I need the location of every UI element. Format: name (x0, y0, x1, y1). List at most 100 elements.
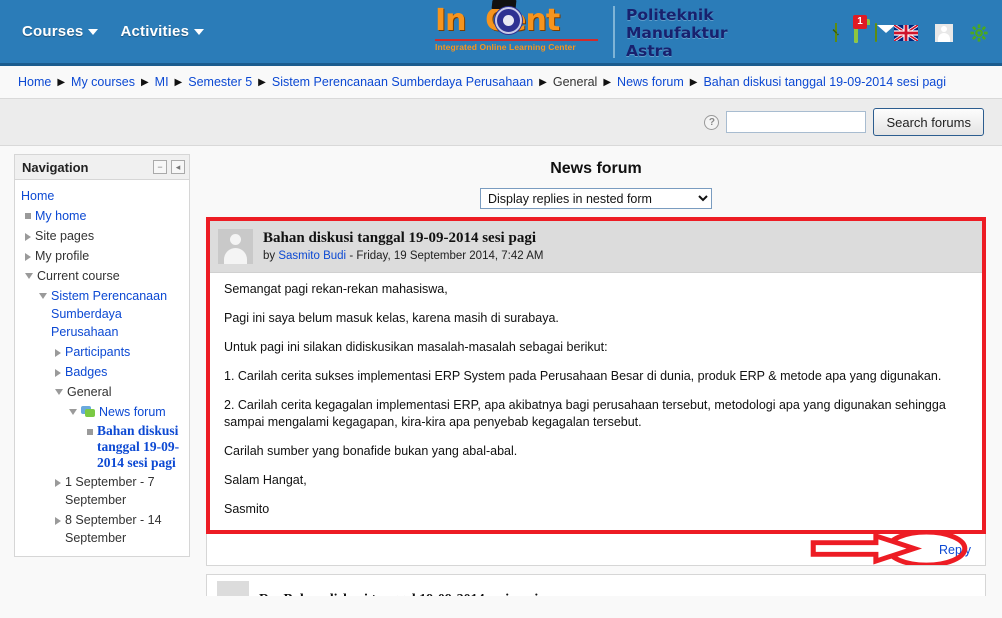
alert-diamond-icon[interactable] (835, 23, 837, 42)
breadcrumb-item-news-forum[interactable]: News forum (617, 75, 684, 89)
sidebar-item-home[interactable]: Home (21, 186, 185, 206)
main-content: News forum Display replies in nested for… (190, 146, 1002, 596)
forum-post-byline: by Sasmito Budi - Friday, 19 September 2… (263, 250, 543, 262)
breadcrumb-separator-icon: ▶ (57, 76, 66, 88)
display-mode-row: Display replies in nested form (206, 188, 986, 209)
sidebar-item-label: General (67, 385, 112, 399)
display-mode-select[interactable]: Display replies in nested form (480, 188, 712, 209)
sidebar-item-participants[interactable]: Participants (21, 342, 185, 362)
forum-post-body: Semangat pagi rekan-rekan mahasiswa, Pag… (210, 273, 982, 530)
forum-icon (81, 406, 95, 418)
bullet-square-icon (25, 213, 31, 219)
breadcrumb-item-mi[interactable]: MI (155, 75, 169, 89)
post-paragraph: 2. Carilah cerita kegagalan implementasi… (224, 398, 946, 429)
gear-icon[interactable] (970, 24, 988, 42)
breadcrumb-item-general: General (552, 75, 598, 89)
sidebar-item-week-1-7-september[interactable]: 1 September - 7 September (21, 472, 185, 510)
chevron-right-icon[interactable] (55, 349, 61, 357)
sidebar-item-label: Site pages (35, 229, 95, 243)
logo-divider-rule (435, 39, 598, 41)
sidebar-item-discussion-current[interactable]: Bahan diskusi tanggal 19-09-2014 sesi pa… (21, 422, 185, 472)
chevron-down-icon (88, 28, 99, 35)
sidebar-item-label: Participants (65, 345, 131, 359)
chevron-down-icon[interactable] (69, 409, 77, 415)
breadcrumb-item-my-courses[interactable]: My courses (71, 75, 135, 89)
sidebar-item-badges[interactable]: Badges (21, 362, 185, 382)
post-paragraph: Carilah sumber yang bonafide bukan yang … (224, 444, 518, 458)
breadcrumb-separator-icon: ▶ (689, 76, 698, 88)
site-logo[interactable]: InoCent Integrated Online Learning Cente… (432, 0, 728, 60)
search-forums-bar: ? Search forums (0, 98, 1002, 146)
seal-icon (495, 7, 522, 34)
navigation-tree: Home My home Site pages My profile Curre… (15, 180, 189, 556)
breadcrumb-item-course[interactable]: Sistem Perencanaan Sumberdaya Perusahaan (272, 75, 533, 89)
breadcrumb-item-home[interactable]: Home (18, 75, 51, 89)
messages-icon[interactable]: 1 (853, 15, 867, 43)
sidebar-item-general[interactable]: General (21, 382, 185, 402)
site-header: Courses Activities InoCent Integrated On… (0, 0, 1002, 66)
post-paragraph: Untuk pagi ini silakan didiskusikan masa… (224, 340, 608, 354)
help-icon[interactable]: ? (704, 114, 720, 130)
search-forums-button[interactable]: Search forums (873, 108, 984, 136)
sidebar-item-label: Badges (65, 365, 108, 379)
chevron-right-icon[interactable] (55, 517, 61, 525)
sidebar-item-news-forum[interactable]: News forum (21, 402, 185, 422)
sidebar-item-label: My profile (35, 249, 90, 263)
header-nav-courses[interactable]: Courses (22, 23, 99, 40)
sidebar-item-my-profile[interactable]: My profile (21, 246, 185, 266)
navigation-block-title: Navigation (22, 159, 89, 175)
header-nav-activities[interactable]: Activities (120, 23, 205, 40)
sidebar-item-label: My home (35, 209, 87, 223)
language-flag-icon[interactable] (894, 25, 918, 41)
sidebar-item-course[interactable]: Sistem Perencanaan Sumberdaya Perusahaan (21, 286, 185, 342)
next-forum-post-preview[interactable]: Re: Bahan diskusi tanggal 19-09-2014 ses… (206, 574, 986, 596)
sidebar-item-week-8-14-september[interactable]: 8 September - 14 September (21, 510, 185, 548)
breadcrumb-item-semester-5[interactable]: Semester 5 (188, 75, 252, 89)
institution-line-3: Astra (626, 42, 673, 60)
dock-block-icon[interactable]: ◂ (171, 160, 185, 174)
sidebar-item-label: Home (21, 189, 55, 203)
breadcrumb-separator-icon: ▶ (258, 76, 266, 88)
avatar[interactable] (218, 229, 253, 264)
header-nav: Courses Activities (22, 23, 205, 40)
page-root: Courses Activities InoCent Integrated On… (0, 0, 1002, 618)
page-title: News forum (550, 160, 642, 177)
breadcrumb: Home ▶ My courses ▶ MI ▶ Semester 5 ▶ Si… (0, 66, 1002, 98)
chevron-down-icon (194, 28, 205, 35)
breadcrumb-item-discussion[interactable]: Bahan diskusi tanggal 19-09-2014 sesi pa… (703, 75, 946, 89)
institution-line-1: Politeknik (626, 6, 714, 24)
reply-link[interactable]: Reply (939, 543, 971, 557)
search-input[interactable] (726, 111, 867, 133)
institution-name: Politeknik Manufaktur Astra (626, 4, 728, 60)
logo-word-pre: In (435, 3, 467, 38)
chevron-down-icon[interactable] (25, 273, 33, 279)
sidebar-item-label: News forum (99, 405, 166, 419)
user-avatar-icon[interactable] (935, 24, 953, 42)
post-paragraph: Pagi ini saya belum masuk kelas, karena … (224, 311, 559, 325)
forum-post-footer: Reply (206, 534, 986, 566)
author-link[interactable]: Sasmito Budi (278, 250, 346, 262)
header-icon-tray: 1 (835, 0, 988, 63)
sidebar-item-label: Sistem Perencanaan Sumberdaya Perusahaan (51, 289, 168, 339)
sidebar-item-current-course[interactable]: Current course (21, 266, 185, 286)
envelope-icon[interactable] (875, 23, 877, 42)
chevron-right-icon[interactable] (25, 233, 31, 241)
chevron-right-icon[interactable] (25, 253, 31, 261)
post-paragraph: Semangat pagi rekan-rekan mahasiswa, (224, 282, 448, 296)
byline-prefix: by (263, 250, 276, 262)
navigation-block-header: Navigation − ◂ (15, 155, 189, 180)
page-body: Navigation − ◂ Home My home Site pages M… (0, 146, 1002, 596)
sidebar-item-site-pages[interactable]: Site pages (21, 226, 185, 246)
logo-mark: InoCent Integrated Online Learning Cente… (432, 0, 602, 52)
chevron-down-icon[interactable] (55, 389, 63, 395)
collapse-block-icon[interactable]: − (153, 160, 167, 174)
chevron-right-icon[interactable] (55, 369, 61, 377)
header-nav-courses-label: Courses (22, 23, 84, 40)
chevron-right-icon[interactable] (55, 479, 61, 487)
sidebar: Navigation − ◂ Home My home Site pages M… (0, 146, 190, 595)
sidebar-item-label: 1 September - 7 September (65, 475, 155, 507)
sidebar-item-label: Bahan diskusi tanggal 19-09-2014 sesi pa… (97, 423, 180, 470)
avatar (217, 581, 249, 596)
chevron-down-icon[interactable] (39, 293, 47, 299)
sidebar-item-my-home[interactable]: My home (21, 206, 185, 226)
